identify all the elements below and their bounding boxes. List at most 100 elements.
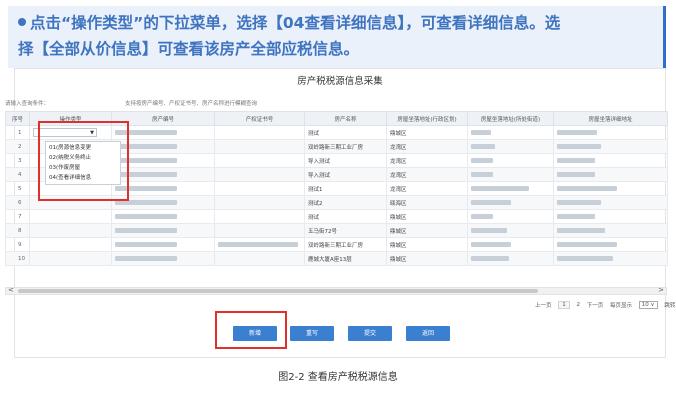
street-cell (467, 153, 554, 168)
district-cell: 龙湾区 (386, 139, 468, 154)
op-type-cell[interactable] (29, 223, 112, 238)
cert-no-cell (214, 153, 305, 168)
op-type-cell[interactable] (29, 209, 112, 224)
street-cell (467, 209, 554, 224)
page-title: 房产税税源信息采集 (297, 76, 383, 87)
table-row[interactable]: 7 测试 鼎城区 (5, 209, 668, 224)
address-cell (553, 195, 668, 210)
row-index: 5 (5, 181, 30, 196)
property-name-cell: 双岭路新三期工业厂房 (304, 237, 387, 252)
highlight-add-button-box (215, 311, 287, 349)
street-cell (467, 237, 554, 252)
scroll-left-icon[interactable]: < (8, 286, 14, 294)
scroll-right-icon[interactable]: > (658, 286, 664, 294)
property-name-cell: 五马街72号 (304, 223, 387, 238)
row-index: 6 (5, 195, 30, 210)
address-cell (553, 251, 668, 266)
op-type-cell[interactable] (29, 251, 112, 266)
street-cell (467, 181, 554, 196)
row-index: 9 (5, 237, 30, 252)
reset-button[interactable]: 重写 (290, 326, 334, 341)
address-cell (553, 237, 668, 252)
district-cell: 龙湾区 (386, 167, 468, 182)
cert-no-cell (214, 195, 305, 210)
per-page-select[interactable]: 10 ∨ (638, 301, 658, 309)
goto-label[interactable]: 跳转至 (664, 301, 676, 309)
query-row: 请输入查询条件： 支持按房产编号、产权证书号、房产名称进行模糊查询 (5, 99, 665, 107)
street-cell (467, 167, 554, 182)
figure-caption: 图2-2 查看房产税税源信息 (278, 372, 398, 383)
cert-no-cell (214, 223, 305, 238)
instruction-line-1: 点击“操作类型”的下拉菜单，选择【04查看详细信息】，可查看详细信息。选 (18, 10, 653, 36)
table-row[interactable]: 10 鹿城大厦A座13层 鼎城区 (5, 251, 668, 266)
horizontal-scrollbar[interactable]: < > (5, 286, 667, 295)
row-index: 1 (5, 125, 30, 140)
scroll-thumb[interactable] (18, 289, 538, 293)
address-cell (553, 209, 668, 224)
property-name-cell: 鹿城大厦A座13层 (304, 251, 387, 266)
street-cell (467, 223, 554, 238)
instruction-banner: 点击“操作类型”的下拉菜单，选择【04查看详细信息】，可查看详细信息。选 择【全… (8, 6, 666, 68)
row-index: 2 (5, 139, 30, 154)
header-cert-no: 产权证书号 (214, 111, 305, 126)
app-window: 房产税税源信息采集 请输入查询条件： 支持按房产编号、产权证书号、房产名称进行模… (5, 68, 676, 358)
pagination: 上一页 1 2 下一页 每页显示 10 ∨ 跳转至 (535, 301, 676, 309)
submit-button[interactable]: 提交 (348, 326, 392, 341)
per-page-label: 每页显示 (610, 303, 633, 309)
property-id-cell (111, 237, 215, 252)
address-cell (553, 167, 668, 182)
cert-no-cell (214, 139, 305, 154)
street-cell (467, 139, 554, 154)
district-cell: 鼎城区 (386, 237, 468, 252)
row-index: 3 (5, 153, 30, 168)
address-cell (553, 139, 668, 154)
header-index: 序号 (5, 111, 30, 126)
header-property-name: 房产名称 (304, 111, 387, 126)
header-district: 房屋坐落地址(行政区划) (386, 111, 468, 126)
query-label: 请输入查询条件： (5, 101, 50, 107)
address-cell (553, 223, 668, 238)
row-index: 10 (5, 251, 30, 266)
district-cell: 鼎城区 (386, 209, 468, 224)
property-name-cell: 测试 (304, 125, 387, 140)
header-address: 房屋坐落详细地址 (553, 111, 668, 126)
cert-no-cell (214, 125, 305, 140)
row-index: 4 (5, 167, 30, 182)
district-cell: 鼎城区 (386, 125, 468, 140)
table-row[interactable]: 9 双岭路新三期工业厂房 鼎城区 (5, 237, 668, 252)
address-cell (553, 125, 668, 140)
street-cell (467, 195, 554, 210)
page-1-link[interactable]: 1 (558, 301, 570, 309)
property-name-cell: 导入测试 (304, 167, 387, 182)
cert-no-cell (214, 209, 305, 224)
district-cell: 鼎城区 (386, 223, 468, 238)
page-2-link[interactable]: 2 (577, 302, 581, 308)
op-type-cell[interactable] (29, 237, 112, 252)
cert-no-cell (214, 181, 305, 196)
district-cell: 鼎城区 (386, 251, 468, 266)
address-cell (553, 181, 668, 196)
header-street: 房屋坐落地址(所处街道) (467, 111, 554, 126)
street-cell (467, 251, 554, 266)
table-row[interactable]: 8 五马街72号 鼎城区 (5, 223, 668, 238)
property-name-cell: 测试2 (304, 195, 387, 210)
cert-no-cell (214, 251, 305, 266)
district-cell: 龙湾区 (386, 181, 468, 196)
instruction-text-1: 点击“操作类型”的下拉菜单，选择【04查看详细信息】，可查看详细信息。选 (30, 14, 561, 32)
property-id-cell (111, 223, 215, 238)
property-name-cell: 测试 (304, 209, 387, 224)
back-button[interactable]: 返回 (406, 326, 450, 341)
cert-no-cell (214, 237, 305, 252)
property-id-cell (111, 209, 215, 224)
district-cell: 瓯海区 (386, 195, 468, 210)
property-name-cell: 测试1 (304, 181, 387, 196)
property-name-cell: 双岭路新三期工业厂房 (304, 139, 387, 154)
bullet-icon (18, 18, 26, 26)
next-page-link[interactable]: 下一页 (587, 301, 604, 309)
cert-no-cell (214, 167, 305, 182)
address-cell (553, 153, 668, 168)
row-index: 8 (5, 223, 30, 238)
prev-page-link[interactable]: 上一页 (535, 301, 552, 309)
highlight-dropdown-box (38, 121, 129, 201)
district-cell: 龙湾区 (386, 153, 468, 168)
